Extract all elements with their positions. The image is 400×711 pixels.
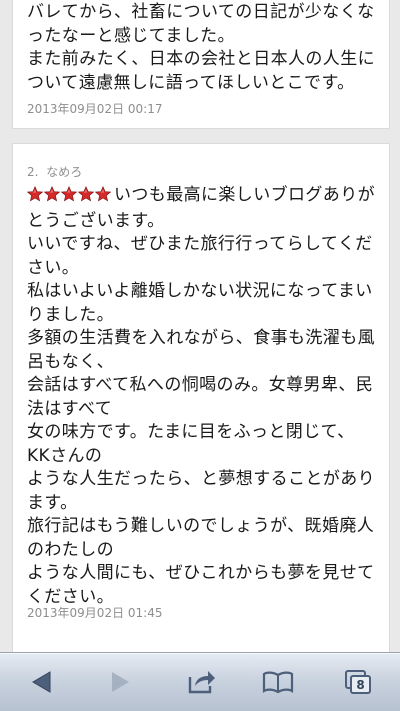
browser-toolbar: 8 bbox=[0, 652, 400, 711]
tabs-count: 8 bbox=[356, 678, 364, 692]
comment-2-body: いつも最高に楽しいブログありが とうございます。 いいですね、ぜひまた旅行行って… bbox=[27, 184, 377, 609]
comment-line: 呂もなく、 bbox=[27, 351, 114, 372]
bookmarks-icon bbox=[262, 671, 294, 694]
share-icon bbox=[188, 671, 215, 694]
comment-card-2: 2. なめろ いつも最高に楽しいブログありが とうございます。 いいですね、ぜひ… bbox=[12, 143, 390, 652]
comment-line: 旅行記はもう難しいのでしょうが、既婚廃人 bbox=[27, 516, 375, 536]
comment-line: いいですね、ぜひまた旅行行ってらしてくだ bbox=[27, 234, 373, 254]
comment-line: ったなーと感じてました。 bbox=[27, 25, 235, 46]
star-icon bbox=[61, 186, 77, 202]
share-button[interactable] bbox=[180, 663, 224, 701]
star-icon bbox=[44, 186, 60, 202]
star-icon bbox=[78, 186, 94, 202]
tabs-icon: 8 bbox=[345, 670, 371, 694]
comment-line: KKさんの bbox=[27, 445, 103, 466]
comment-author[interactable]: なめろ bbox=[46, 165, 82, 179]
comment-line: のわたしの bbox=[27, 539, 114, 560]
back-button[interactable] bbox=[19, 663, 63, 701]
back-arrow-icon bbox=[32, 671, 51, 693]
comment-2-date: 2013年09月02日 01:45 bbox=[27, 606, 163, 620]
comment-line: いつも最高に楽しいブログありが bbox=[27, 184, 377, 210]
tabs-button[interactable]: 8 bbox=[336, 663, 380, 701]
page-content[interactable]: バレてから、社畜についての日記が少なくな ったなーと感じてました。 また前みたく… bbox=[0, 0, 400, 652]
comment-line: 私はいよいよ離婚しかない状況になってまい bbox=[27, 281, 373, 301]
star-rating bbox=[27, 186, 112, 210]
comment-number: 2. bbox=[27, 165, 39, 179]
comment-line: 法はすべて bbox=[27, 398, 113, 419]
comment-line: さい。 bbox=[27, 257, 80, 278]
comment-line: また前みたく、日本の会社と日本人の人生に bbox=[27, 49, 375, 69]
comment-line: ついて遠慮無しに語ってほしいとこです。 bbox=[27, 72, 355, 93]
comment-card-1: バレてから、社畜についての日記が少なくな ったなーと感じてました。 また前みたく… bbox=[12, 0, 390, 129]
star-icon bbox=[27, 186, 43, 202]
comment-line: バレてから、社畜についての日記が少なくな bbox=[27, 2, 375, 22]
comment-1-date: 2013年09月02日 00:17 bbox=[27, 102, 163, 116]
comment-line: ような人生だったら、と夢想することがあり bbox=[27, 469, 375, 489]
star-icon bbox=[95, 186, 111, 202]
comment-line: ような人間にも、ぜひこれからも夢を見せて bbox=[27, 563, 375, 583]
comment-line: とうございます。 bbox=[27, 210, 165, 231]
bookmarks-button[interactable] bbox=[256, 663, 300, 701]
forward-arrow-icon bbox=[112, 672, 129, 692]
comment-line: りました。 bbox=[27, 304, 114, 325]
comment-1-body: バレてから、社畜についての日記が少なくな ったなーと感じてました。 また前みたく… bbox=[27, 1, 377, 95]
comment-text: いつも最高に楽しいブログありが bbox=[114, 185, 375, 205]
comment-line: ます。 bbox=[27, 492, 78, 513]
comment-line: 会話はすべて私への恫喝のみ。女尊男卑、民 bbox=[27, 375, 374, 395]
forward-button[interactable] bbox=[99, 663, 143, 701]
comment-line: 女の味方です。たまに目をふっと閉じて、 bbox=[27, 422, 355, 442]
comment-line: 多額の生活費を入れながら、食事も洗濯も風 bbox=[27, 328, 375, 348]
comment-2-header: 2. なめろ bbox=[27, 163, 82, 180]
